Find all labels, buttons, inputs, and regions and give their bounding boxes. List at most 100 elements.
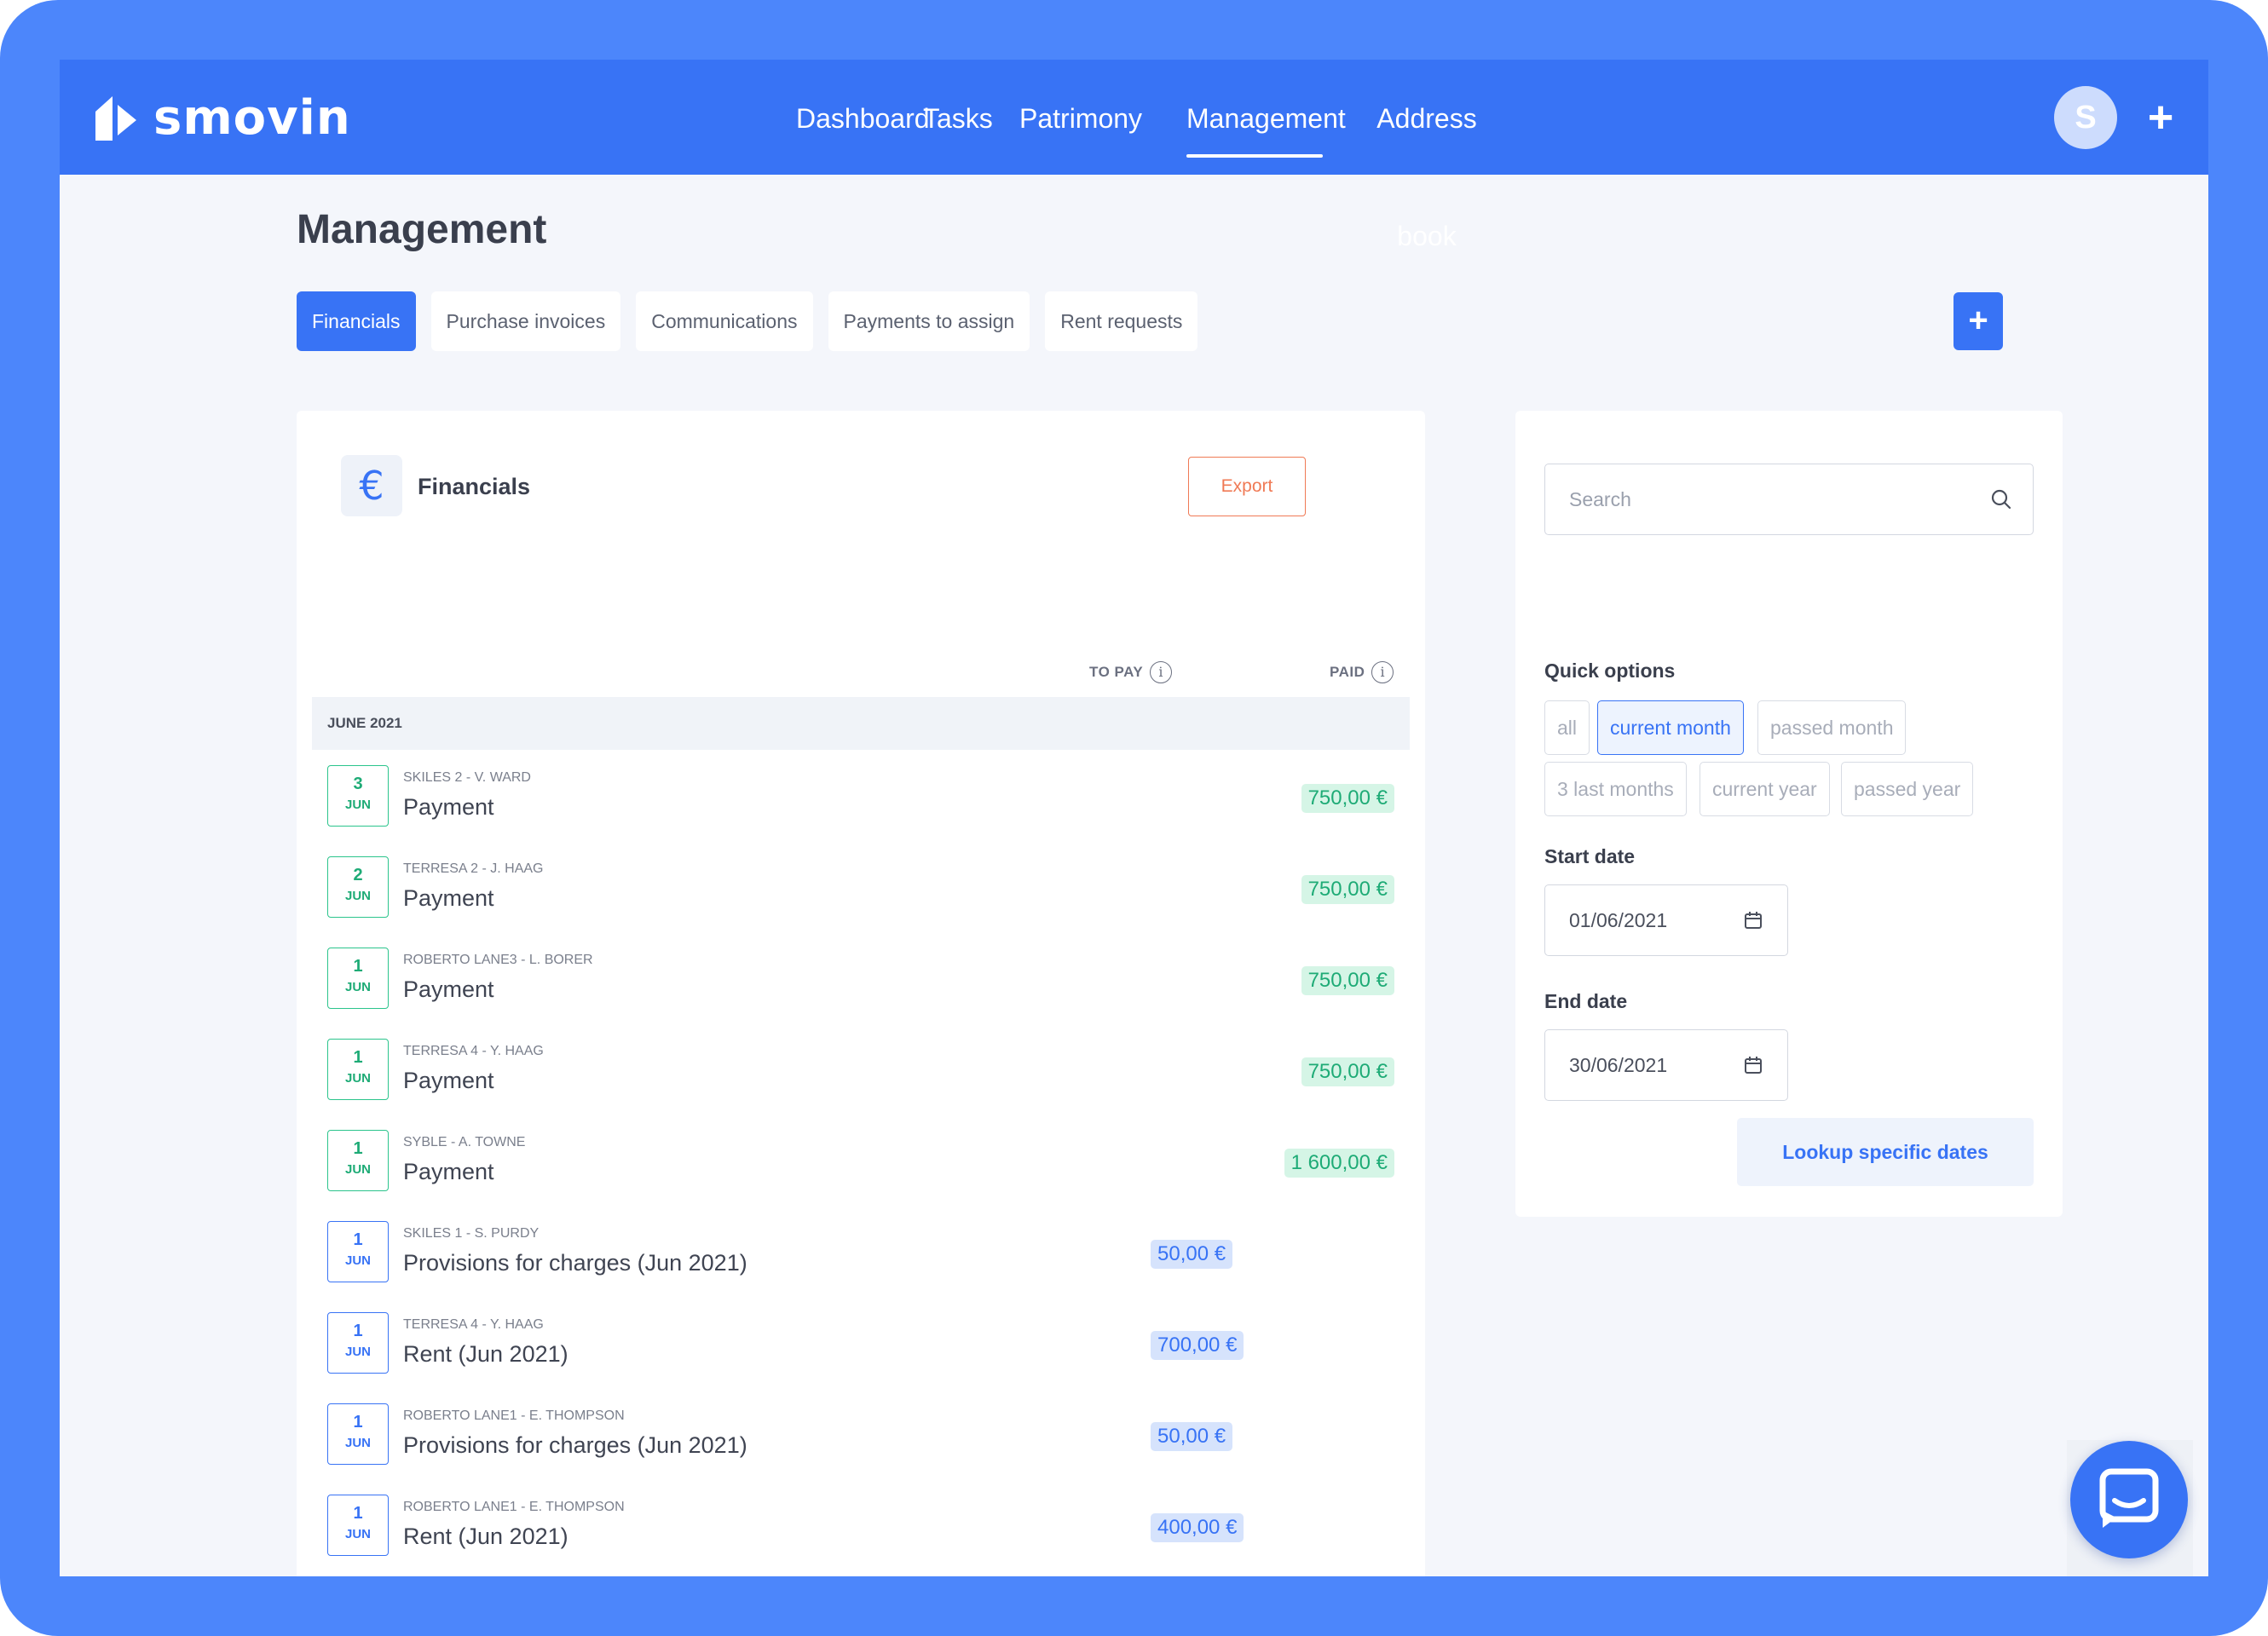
end-date-value: 30/06/2021: [1569, 1054, 1668, 1076]
nav-tasks[interactable]: Tasks: [923, 60, 993, 175]
user-avatar[interactable]: S: [2054, 86, 2117, 149]
add-button[interactable]: +: [1953, 292, 2003, 350]
paid-amount: 750,00 €: [1301, 1057, 1394, 1086]
paid-label: PAID: [1330, 664, 1365, 680]
tab-payments-to-assign[interactable]: Payments to assign: [828, 291, 1030, 351]
date-day: 1: [353, 957, 363, 976]
tab-purchase-invoices[interactable]: Purchase invoices: [430, 291, 621, 351]
row-description: Payment: [403, 794, 494, 820]
nav-dashboard[interactable]: Dashboard: [796, 60, 930, 175]
date-day: 1: [353, 1230, 363, 1249]
top-bar: smovin Dashboard Tasks Patrimony Managem…: [60, 60, 2208, 251]
export-button[interactable]: Export: [1188, 457, 1306, 516]
date-day: 1: [353, 1413, 363, 1432]
info-icon[interactable]: i: [1150, 661, 1173, 683]
date-month: JUN: [344, 889, 371, 903]
date-month: JUN: [344, 1071, 371, 1086]
table-row[interactable]: 2 JUN TERRESA 2 - J. HAAG Payment 750,00 €: [297, 841, 1425, 932]
chat-icon: [2099, 1468, 2159, 1528]
paid-amount: 750,00 €: [1301, 784, 1394, 813]
option-all[interactable]: all: [1544, 700, 1590, 755]
row-property-tenant: SKILES 2 - V. WARD: [403, 770, 531, 785]
row-description: Rent (Jun 2021): [403, 1341, 568, 1367]
month-group-header: JUNE 2021: [312, 697, 1410, 750]
row-description: Payment: [403, 1159, 494, 1184]
table-row[interactable]: 1 JUN ROBERTO LANE1 - E. THOMPSON Rent (Jun…: [297, 1479, 1425, 1570]
date-day: 1: [353, 1322, 363, 1340]
date-badge: 1 JUN: [327, 1312, 389, 1374]
start-date-field[interactable]: 01/06/2021: [1544, 884, 1788, 956]
app-screen: smovin Dashboard Tasks Patrimony Managem…: [60, 60, 2208, 1576]
nav-patrimony[interactable]: Patrimony: [1019, 60, 1142, 175]
row-property-tenant: TERRESA 4 - Y. HAAG: [403, 1317, 544, 1332]
date-badge: 1 JUN: [327, 1221, 389, 1282]
page-title: Management: [297, 207, 547, 252]
nav-address-book[interactable]: Address book: [1350, 60, 1503, 251]
table-row[interactable]: 3 JUN SKILES 2 - V. WARD Payment 750,00 €: [297, 750, 1425, 841]
tab-communications[interactable]: Communications: [636, 291, 813, 351]
calendar-icon[interactable]: [1743, 910, 1763, 930]
chat-button[interactable]: [2070, 1441, 2188, 1558]
row-description: Provisions for charges (Jun 2021): [403, 1432, 747, 1458]
row-property-tenant: ROBERTO LANE3 - L. BORER: [403, 953, 593, 967]
row-property-tenant: TERRESA 4 - Y. HAAG: [403, 1044, 544, 1058]
tab-rent-requests[interactable]: Rent requests: [1045, 291, 1198, 351]
row-property-tenant: ROBERTO LANE1 - E. THOMPSON: [403, 1408, 625, 1423]
option-3-last-months[interactable]: 3 last months: [1544, 762, 1687, 816]
row-property-tenant: ROBERTO LANE1 - E. THOMPSON: [403, 1500, 625, 1514]
row-description: Payment: [403, 976, 494, 1002]
search-icon[interactable]: [1990, 488, 2012, 510]
table-row[interactable]: 1 JUN SKILES 1 - S. PURDY Provisions for ch…: [297, 1206, 1425, 1297]
table-row[interactable]: 1 JUN TERRESA 4 - Y. HAAG Payment 750,00 €: [297, 1023, 1425, 1115]
management-tabs: Financials Purchase invoices Communicati…: [297, 291, 1198, 351]
quick-options-label: Quick options: [1544, 660, 1676, 682]
paid-amount: 750,00 €: [1301, 875, 1394, 904]
table-row[interactable]: 1 JUN TERRESA 4 - Y. HAAG Rent (Jun 2021) 70…: [297, 1297, 1425, 1388]
financials-title: Financials: [418, 474, 531, 499]
plus-icon[interactable]: +: [2139, 95, 2182, 140]
filter-card: Search Quick options all current month p…: [1515, 411, 2063, 1217]
euro-icon: €: [341, 455, 402, 516]
option-passed-year[interactable]: passed year: [1841, 762, 1974, 816]
search-input[interactable]: Search: [1544, 464, 2034, 535]
to-pay-amount: 400,00 €: [1151, 1513, 1244, 1542]
start-date-value: 01/06/2021: [1569, 909, 1668, 931]
row-description: Provisions for charges (Jun 2021): [403, 1250, 747, 1276]
date-month: JUN: [344, 1162, 371, 1177]
date-day: 3: [353, 775, 363, 793]
date-day: 1: [353, 1048, 363, 1067]
date-month: JUN: [344, 798, 371, 812]
lookup-dates-button[interactable]: Lookup specific dates: [1737, 1118, 2034, 1186]
date-day: 1: [353, 1139, 363, 1158]
tab-financials[interactable]: Financials: [297, 291, 416, 351]
paid-amount: 1 600,00 €: [1284, 1149, 1394, 1178]
table-row[interactable]: 1 JUN SYBLE - A. TOWNE Payment 1 600,00 €: [297, 1115, 1425, 1206]
option-current-month[interactable]: current month: [1597, 700, 1744, 755]
to-pay-amount: 50,00 €: [1151, 1422, 1233, 1451]
row-property-tenant: TERRESA 2 - J. HAAG: [403, 861, 544, 876]
start-date-label: Start date: [1544, 845, 1636, 867]
financials-card: € Financials Export TO PAY i PAID i JUNE…: [297, 411, 1425, 1576]
to-pay-column-header: TO PAY i: [1089, 661, 1173, 683]
option-current-year[interactable]: current year: [1700, 762, 1830, 816]
nav-management[interactable]: Management: [1186, 60, 1346, 175]
avatar-initial: S: [2075, 100, 2097, 135]
row-property-tenant: SYBLE - A. TOWNE: [403, 1135, 526, 1149]
table-row[interactable]: 1 JUN ROBERTO LANE1 - E. THOMPSON Provision…: [297, 1388, 1425, 1479]
date-day: 1: [353, 1504, 363, 1523]
table-row[interactable]: 1JUNSYBLE - A. TOWNEFee for charges (Jun…: [297, 1570, 1425, 1576]
date-badge: 1 JUN: [327, 1495, 389, 1556]
paid-column-header: PAID i: [1330, 661, 1394, 683]
date-badge: 1 JUN: [327, 1039, 389, 1100]
date-badge: 1 JUN: [327, 1130, 389, 1191]
device-frame: smovin Dashboard Tasks Patrimony Managem…: [0, 0, 2268, 1636]
info-icon[interactable]: i: [1371, 661, 1394, 683]
table-row[interactable]: 1 JUN ROBERTO LANE3 - L. BORER Payment 750,0…: [297, 932, 1425, 1023]
end-date-field[interactable]: 30/06/2021: [1544, 1029, 1788, 1101]
row-description: Payment: [403, 885, 494, 911]
date-day: 2: [353, 866, 363, 884]
date-badge: 1 JUN: [327, 1403, 389, 1465]
option-passed-month[interactable]: passed month: [1757, 700, 1907, 755]
calendar-icon[interactable]: [1743, 1055, 1763, 1075]
paid-amount: 750,00 €: [1301, 966, 1394, 995]
